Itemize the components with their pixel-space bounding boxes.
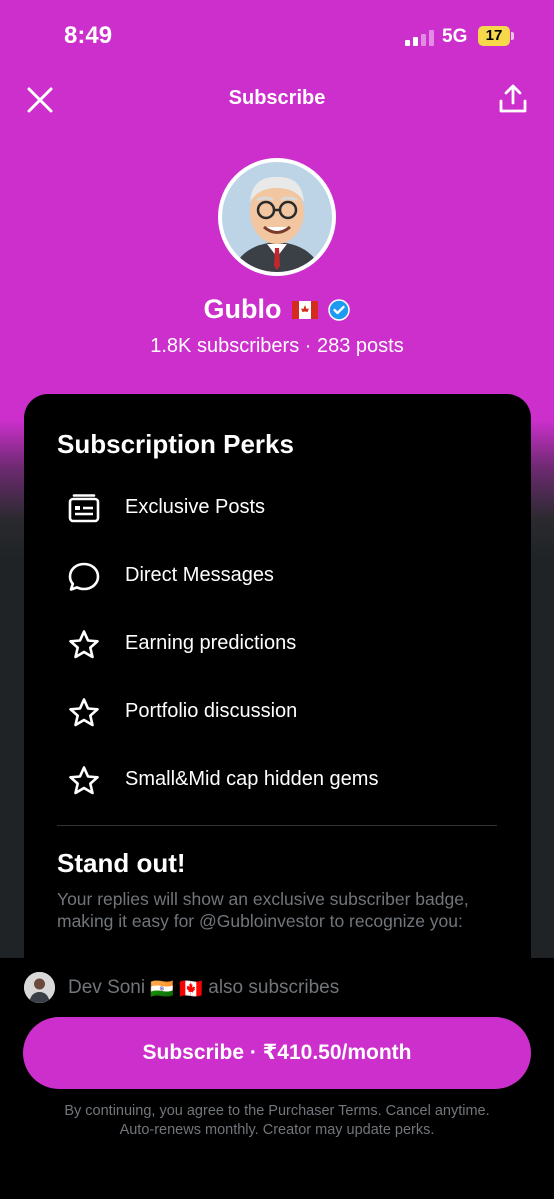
star-icon	[69, 766, 99, 795]
perk-item-exclusive-posts: Exclusive Posts	[57, 486, 497, 530]
standout-description: Your replies will show an exclusive subs…	[57, 889, 469, 931]
perk-label: Earning predictions	[125, 632, 297, 654]
perk-label: Small&Mid cap hidden gems	[125, 768, 379, 790]
post-count: 283 posts	[317, 335, 404, 357]
perk-label: Portfolio discussion	[125, 700, 298, 722]
perk-label: Exclusive Posts	[125, 496, 266, 518]
terms-text: By continuing, you agree to the Purchase…	[30, 1102, 524, 1140]
battery-cap	[511, 32, 514, 40]
divider	[57, 825, 497, 826]
star-icon	[69, 630, 99, 659]
standout-title: Stand out!	[57, 848, 186, 878]
battery-icon: 17	[478, 26, 510, 46]
network-label: 5G	[442, 26, 468, 47]
perks-title: Subscription Perks	[57, 429, 294, 459]
terms-line-2: Auto-renews monthly. Creator may update …	[119, 1122, 435, 1138]
perk-item-earning-predictions: Earning predictions	[57, 622, 497, 666]
bottom-panel: Dev Soni 🇮🇳 🇨🇦 also subscribes Subscribe…	[0, 958, 554, 1199]
perk-item-direct-messages: Direct Messages	[57, 554, 497, 598]
subscribe-button[interactable]: Subscribe · ₹410.50/month	[23, 1017, 531, 1089]
signal-icon	[405, 30, 435, 46]
profile-stats: 1.8K subscribers · 283 posts	[0, 335, 554, 358]
also-subscribes-text: Dev Soni 🇮🇳 🇨🇦 also subscribes	[68, 977, 339, 1001]
profile-avatar	[218, 158, 336, 276]
profile-name: Gublo	[203, 294, 282, 324]
avatar	[24, 972, 55, 1003]
also-subscribes-suffix: also subscribes	[208, 977, 340, 998]
profile-name-row: Gublo	[0, 294, 554, 325]
share-button[interactable]	[496, 82, 530, 116]
stats-separator: ·	[299, 335, 317, 357]
top-nav: Subscribe	[0, 80, 554, 120]
terms-line-1: By continuing, you agree to the Purchase…	[64, 1103, 490, 1119]
status-bar: 8:49 5G 17	[0, 0, 554, 70]
subscriber-name: Dev Soni	[68, 977, 146, 998]
star-icon	[69, 698, 99, 727]
perk-label: Direct Messages	[125, 564, 274, 586]
perks-card: Subscription Perks Exclusive Posts Direc…	[24, 394, 531, 994]
subscriber-flags: 🇮🇳 🇨🇦	[150, 979, 203, 1000]
status-time: 8:49	[64, 22, 113, 49]
verified-badge-icon	[328, 298, 351, 321]
posts-icon	[68, 494, 100, 523]
also-subscribes-row: Dev Soni 🇮🇳 🇨🇦 also subscribes	[24, 972, 534, 1004]
subscriber-count: 1.8K subscribers	[150, 335, 300, 357]
page-title: Subscribe	[228, 87, 326, 109]
perk-item-hidden-gems: Small&Mid cap hidden gems	[57, 758, 497, 802]
message-icon	[68, 562, 100, 591]
perk-item-portfolio-discussion: Portfolio discussion	[57, 690, 497, 734]
share-icon	[499, 84, 527, 113]
canada-flag-icon	[291, 300, 318, 319]
